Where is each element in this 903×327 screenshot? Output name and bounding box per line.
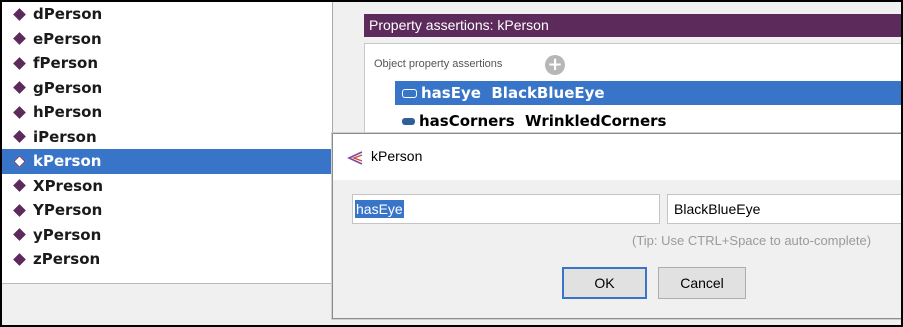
list-item-label: kPerson <box>33 152 102 171</box>
assertion-row-haseye[interactable]: hasEye BlackBlueEye <box>395 81 901 105</box>
assertion-text: hasEye BlackBlueEye <box>421 84 605 102</box>
individual-diamond-icon <box>13 7 26 21</box>
individual-diamond-icon <box>13 130 26 144</box>
list-item-iperson[interactable]: iPerson <box>2 125 332 150</box>
property-assertions-header: Property assertions: kPerson <box>364 14 901 37</box>
individual-diamond-icon <box>13 203 26 217</box>
object-input[interactable]: BlackBlueEye <box>667 194 901 224</box>
list-item-label: XPreson <box>33 176 104 195</box>
list-item-label: dPerson <box>33 5 103 24</box>
list-item-xpreson[interactable]: XPreson <box>2 174 332 199</box>
assertion-text: hasCorners WrinkledCorners <box>419 112 667 130</box>
list-item-label: YPerson <box>33 201 103 220</box>
property-input-value: hasEye <box>355 200 404 218</box>
individuals-list: dPerson ePerson fPerson gPerson hPerson … <box>2 2 332 283</box>
list-item-label: ePerson <box>33 29 102 48</box>
list-item-zperson[interactable]: zPerson <box>2 247 332 272</box>
protege-logo-icon <box>347 151 363 165</box>
list-item-label: hPerson <box>33 103 103 122</box>
list-item-kperson[interactable]: kPerson <box>2 149 332 174</box>
dialog-title: kPerson <box>371 148 423 164</box>
list-item-eperson[interactable]: ePerson <box>2 27 332 52</box>
edit-assertion-dialog: kPerson hasEye BlackBlueEye (Tip: Use CT… <box>332 133 901 319</box>
individual-diamond-icon <box>13 32 26 46</box>
list-item-label: zPerson <box>33 250 101 269</box>
list-item-hperson[interactable]: hPerson <box>2 100 332 125</box>
list-item-fperson[interactable]: fPerson <box>2 51 332 76</box>
list-item-yperson-upper[interactable]: YPerson <box>2 198 332 223</box>
assertion-row-hascorners[interactable]: hasCorners WrinkledCorners <box>395 109 901 133</box>
app-window: dPerson ePerson fPerson gPerson hPerson … <box>0 0 903 327</box>
individual-diamond-icon <box>13 81 26 95</box>
individual-diamond-icon <box>13 56 26 70</box>
list-item-label: iPerson <box>33 127 97 146</box>
list-item-label: gPerson <box>33 78 103 97</box>
cancel-button[interactable]: Cancel <box>658 267 746 299</box>
individual-diamond-icon <box>13 179 26 193</box>
object-property-icon <box>402 88 417 98</box>
autocomplete-tip: (Tip: Use CTRL+Space to auto-complete) <box>632 233 872 248</box>
individual-diamond-icon <box>13 228 26 242</box>
list-item-yperson[interactable]: yPerson <box>2 223 332 248</box>
dialog-titlebar: kPerson <box>333 134 901 180</box>
individual-diamond-icon <box>13 252 26 266</box>
object-property-assertions-label: Object property assertions <box>374 58 503 70</box>
individual-diamond-icon <box>13 105 26 119</box>
property-input[interactable]: hasEye <box>352 194 660 224</box>
list-item-gperson[interactable]: gPerson <box>2 76 332 101</box>
list-item-label: yPerson <box>33 225 102 244</box>
object-property-icon <box>402 117 415 125</box>
ok-button[interactable]: OK <box>562 267 647 299</box>
plus-circle-icon[interactable]: + <box>545 55 565 75</box>
list-item-dperson[interactable]: dPerson <box>2 2 332 27</box>
individual-diamond-icon <box>13 154 26 168</box>
list-item-label: fPerson <box>33 54 99 73</box>
